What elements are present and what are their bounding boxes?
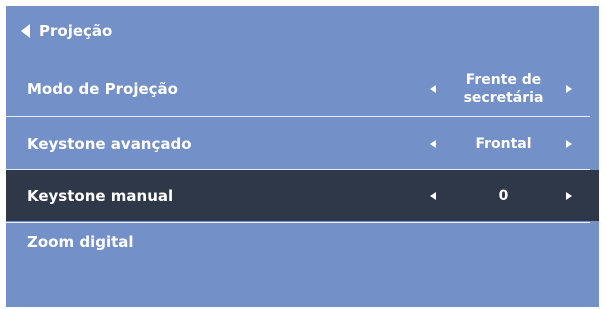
menu-item-value: Frontal — [475, 136, 532, 152]
right-arrow-icon[interactable] — [566, 85, 572, 93]
projection-menu-panel: Projeção Modo de Projeção Frente de secr… — [6, 6, 599, 307]
menu-item-manual-keystone[interactable]: Keystone manual 0 — [6, 170, 599, 221]
divider — [6, 116, 590, 117]
divider — [6, 222, 590, 223]
menu-item-label: Keystone avançado — [27, 135, 192, 153]
menu-header[interactable]: Projeção — [6, 6, 599, 56]
page-title: Projeção — [39, 22, 113, 40]
menu-item-label: Keystone manual — [27, 186, 174, 205]
left-arrow-icon[interactable] — [430, 191, 436, 200]
left-arrow-icon[interactable] — [430, 140, 436, 148]
left-arrow-icon[interactable] — [430, 85, 436, 93]
menu-item-advanced-keystone[interactable]: Keystone avançado Frontal — [6, 118, 599, 170]
menu-item-value: Frente de secretária — [463, 72, 544, 106]
right-arrow-icon[interactable] — [566, 140, 572, 148]
menu-item-digital-zoom[interactable]: Zoom digital — [6, 224, 599, 260]
menu-item-label: Zoom digital — [27, 233, 134, 251]
menu-item-value: 0 — [498, 187, 509, 204]
menu-item-projection-mode[interactable]: Modo de Projeção Frente de secretária — [6, 62, 599, 116]
right-arrow-icon[interactable] — [566, 191, 572, 200]
menu-item-label: Modo de Projeção — [27, 80, 178, 98]
back-arrow-icon[interactable] — [21, 24, 30, 38]
